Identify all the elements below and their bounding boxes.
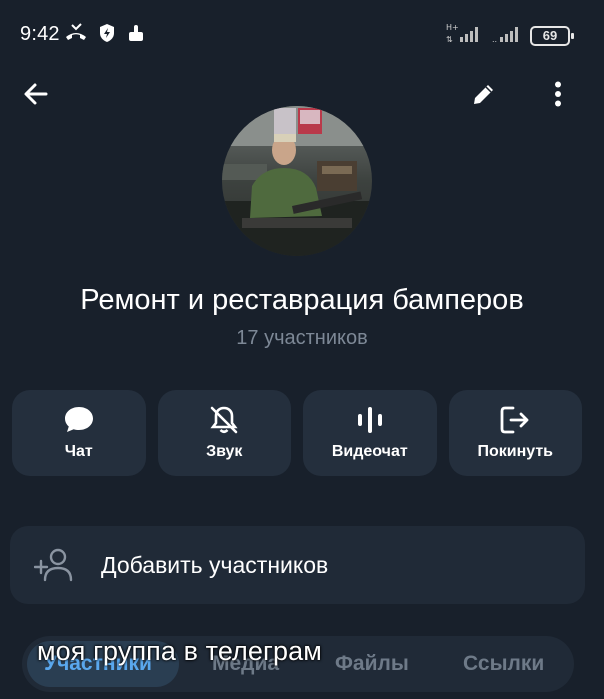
group-profile-screen: 9:42 H+ ⇅ .. 69 Ремонт и реставрация бам… <box>0 0 604 699</box>
signal-icon: .. <box>492 22 522 49</box>
back-button[interactable] <box>14 74 58 118</box>
svg-text:H+: H+ <box>446 23 459 32</box>
sound-button[interactable]: Звук <box>157 390 291 476</box>
voice-chat-icon <box>356 405 384 435</box>
chat-button[interactable]: Чат <box>12 390 146 476</box>
add-members-label: Добавить участников <box>101 552 329 578</box>
group-avatar[interactable] <box>222 106 372 256</box>
bell-off-icon <box>209 405 239 435</box>
status-icons-left <box>64 23 146 48</box>
chat-button-label: Чат <box>64 443 93 460</box>
leave-button-label: Покинуть <box>477 443 554 460</box>
avatar-photo <box>222 106 372 256</box>
add-person-icon <box>33 548 74 587</box>
battery-indicator: 69 <box>530 25 574 46</box>
add-members-row[interactable]: Добавить участников <box>10 526 585 604</box>
leave-button[interactable]: Покинуть <box>448 390 582 476</box>
video-chat-button-label: Видеочат <box>331 443 408 460</box>
video-chat-button[interactable]: Видеочат <box>303 390 437 476</box>
tab-links[interactable]: Ссылки <box>463 652 544 676</box>
sound-button-label: Звук <box>206 443 243 460</box>
signal-hplus-icon: H+ ⇅ <box>446 22 484 49</box>
more-vert-icon <box>554 81 562 112</box>
missed-call-icon <box>64 23 88 48</box>
thumb-icon <box>126 23 146 48</box>
status-time: 9:42 <box>20 23 60 45</box>
edit-button[interactable] <box>462 74 506 118</box>
overlay-caption: моя группа в телеграм <box>37 636 322 666</box>
leave-icon <box>499 405 531 435</box>
status-icons-right: H+ ⇅ .. 69 <box>446 22 574 49</box>
pencil-icon <box>471 81 497 112</box>
more-options-button[interactable] <box>536 74 580 118</box>
tab-files[interactable]: Файлы <box>335 652 409 676</box>
svg-text:⇅: ⇅ <box>446 35 453 44</box>
group-title: Ремонт и реставрация бамперов <box>80 284 524 316</box>
back-arrow-icon <box>22 80 50 113</box>
chat-bubble-icon <box>63 405 95 435</box>
member-count: 17 участников <box>236 327 368 349</box>
action-buttons-row: Чат Звук Видеочат Покинуть <box>12 390 582 476</box>
shield-bolt-icon <box>98 23 116 48</box>
svg-text:..: .. <box>492 35 497 44</box>
status-bar: 9:42 H+ ⇅ .. 69 <box>0 0 604 70</box>
